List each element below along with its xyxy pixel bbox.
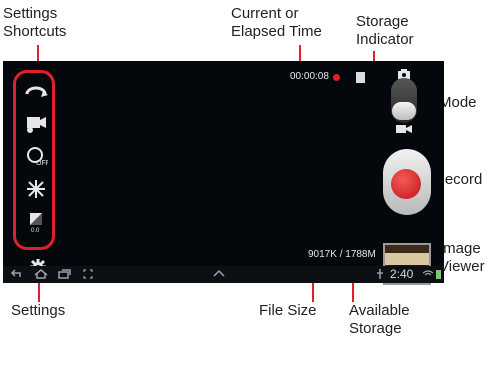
self-portrait-icon[interactable] <box>24 81 48 103</box>
screenshot-icon[interactable] <box>83 269 93 279</box>
back-icon[interactable] <box>10 269 22 279</box>
record-dot-icon <box>391 169 421 199</box>
mode-switch-knob[interactable] <box>392 102 416 120</box>
camera-preview <box>3 61 444 283</box>
storage-indicator-callout: Storage Indicator <box>356 13 414 48</box>
svg-text:OFF: OFF <box>36 160 48 167</box>
file-size-readout: 9017K / 1788M <box>308 249 376 260</box>
exposure-icon[interactable]: 0.0 <box>24 211 48 233</box>
image-viewer-callout: Image Viewer <box>439 240 485 275</box>
status-clock: 2:40 <box>390 267 414 281</box>
svg-text:0.0: 0.0 <box>31 228 40 233</box>
timer-off-icon[interactable]: OFF <box>24 145 48 167</box>
elapsed-time: 00:00:08 <box>290 71 329 82</box>
settings-shortcuts-callout: Settings Shortcuts <box>3 5 67 40</box>
available-storage-callout: Available Storage <box>349 302 410 337</box>
flash-icon[interactable] <box>24 178 48 200</box>
recording-mode-icon[interactable] <box>24 112 48 134</box>
video-mode-icon <box>396 125 412 133</box>
settings-callout: Settings <box>11 302 66 319</box>
file-size-callout: File Size <box>259 302 317 319</box>
recent-apps-icon[interactable] <box>58 269 71 279</box>
chevron-up-icon[interactable] <box>213 269 225 277</box>
mode-callout: Mode <box>439 94 477 111</box>
recording-indicator-dot <box>333 74 340 81</box>
settings-leader-line <box>38 280 40 302</box>
wifi-battery-icon <box>422 270 441 279</box>
storage-indicator-icon <box>356 72 365 83</box>
current-time-callout: Current or Elapsed Time <box>231 5 322 40</box>
home-icon[interactable] <box>34 269 48 279</box>
usb-icon <box>377 269 383 279</box>
